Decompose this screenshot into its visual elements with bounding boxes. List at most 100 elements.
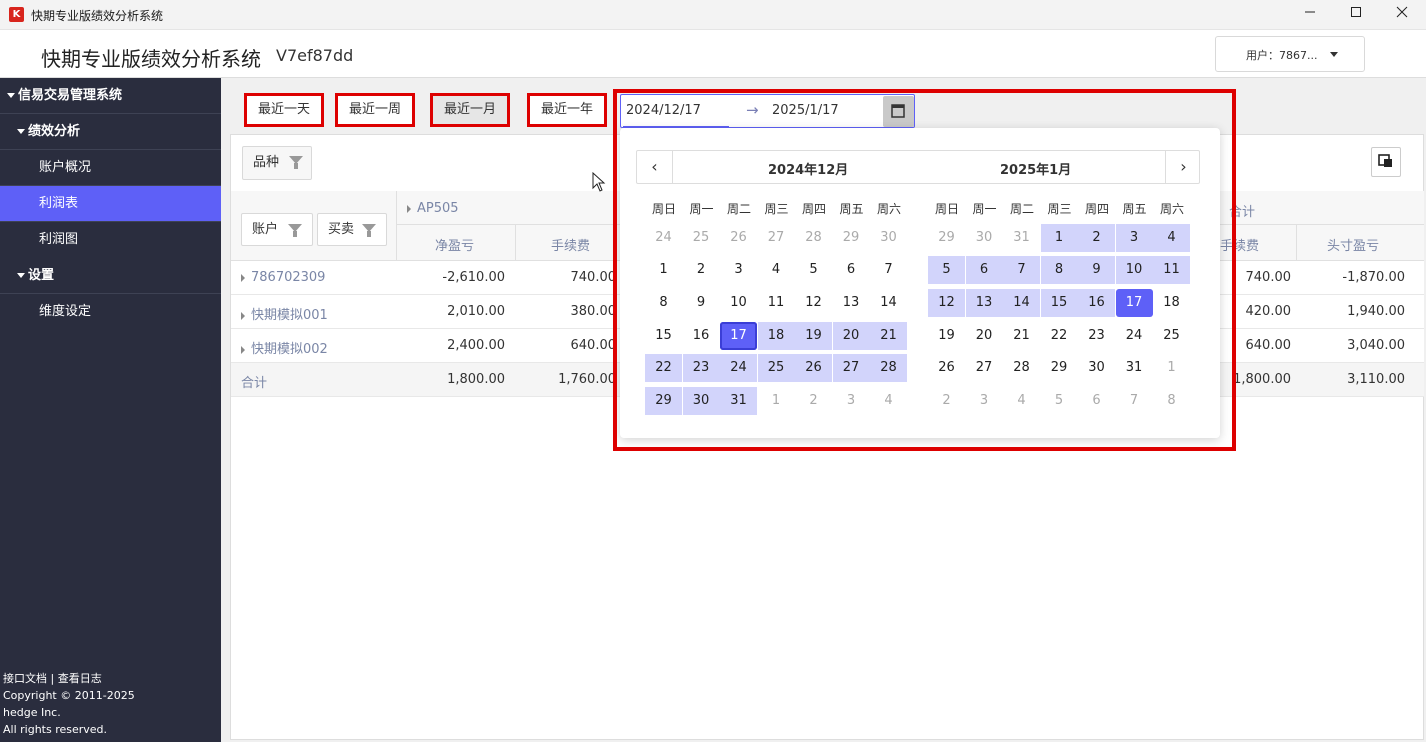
calendar-day[interactable]: 20 (832, 322, 870, 350)
sidebar-item-trading-system[interactable]: 信易交易管理系统 (0, 78, 221, 114)
calendar-day[interactable]: 18 (757, 322, 795, 350)
range-last-week-button[interactable]: 最近一周 (335, 93, 415, 127)
sidebar-item-profit-table[interactable]: 利润表 (0, 186, 221, 222)
calendar-day[interactable]: 17 (720, 322, 757, 350)
next-month-button[interactable]: › (1165, 151, 1201, 183)
group-ap505[interactable]: AP505 (407, 201, 459, 216)
calendar-day[interactable]: 7 (1116, 387, 1153, 415)
calendar-day[interactable]: 10 (1115, 256, 1153, 284)
calendar-day[interactable]: 26 (720, 224, 757, 252)
calendar-day[interactable]: 9 (1078, 256, 1115, 284)
calendar-day[interactable]: 1 (1040, 224, 1078, 252)
calendar-day[interactable]: 4 (1153, 224, 1190, 252)
minimize-button[interactable] (1287, 0, 1333, 30)
calendar-day[interactable]: 11 (1153, 256, 1190, 284)
calendar-day[interactable]: 3 (966, 387, 1003, 415)
calendar-day[interactable]: 8 (645, 289, 682, 317)
footer-links[interactable]: 接口文档 | 查看日志 (3, 670, 135, 687)
calendar-day[interactable]: 28 (795, 224, 832, 252)
calendar-day[interactable]: 19 (795, 322, 832, 350)
calendar-day[interactable]: 4 (758, 256, 795, 284)
calendar-day[interactable]: 5 (928, 256, 965, 284)
calendar-day[interactable]: 22 (1041, 322, 1078, 350)
sidebar-item-settings[interactable]: 设置 (0, 258, 221, 294)
calendar-day[interactable]: 1 (758, 387, 795, 415)
calendar-day[interactable]: 6 (965, 256, 1003, 284)
calendar-day[interactable]: 17 (1115, 289, 1153, 317)
calendar-day[interactable]: 25 (683, 224, 720, 252)
calendar-day[interactable]: 5 (795, 256, 832, 284)
calendar-day[interactable]: 25 (757, 354, 795, 382)
range-last-day-button[interactable]: 最近一天 (244, 93, 324, 127)
calendar-day[interactable]: 13 (833, 289, 870, 317)
close-button[interactable] (1379, 0, 1425, 30)
range-last-month-button[interactable]: 最近一月 (430, 93, 510, 127)
calendar-day[interactable]: 14 (870, 289, 907, 317)
calendar-day[interactable]: 7 (870, 256, 907, 284)
calendar-day[interactable]: 10 (720, 289, 757, 317)
calendar-day[interactable]: 29 (645, 387, 682, 415)
calendar-day[interactable]: 13 (965, 289, 1003, 317)
calendar-day[interactable]: 29 (833, 224, 870, 252)
calendar-day[interactable]: 5 (1041, 387, 1078, 415)
variety-filter-button[interactable]: 品种 (242, 146, 312, 180)
calendar-day[interactable]: 31 (720, 387, 757, 415)
user-dropdown[interactable]: 用户：7867... (1215, 36, 1365, 72)
calendar-day[interactable]: 3 (720, 256, 757, 284)
calendar-day[interactable]: 30 (1078, 354, 1115, 382)
side-filter-button[interactable]: 买卖 (317, 213, 387, 246)
calendar-day[interactable]: 26 (795, 354, 832, 382)
account-filter-button[interactable]: 账户 (241, 213, 313, 246)
calendar-day[interactable]: 1 (1153, 354, 1190, 382)
calendar-day[interactable]: 8 (1153, 387, 1190, 415)
calendar-day[interactable]: 6 (833, 256, 870, 284)
calendar-day[interactable]: 22 (645, 354, 682, 382)
calendar-day[interactable]: 12 (795, 289, 832, 317)
calendar-day[interactable]: 1 (645, 256, 682, 284)
calendar-day[interactable]: 20 (966, 322, 1003, 350)
calendar-day[interactable]: 24 (645, 224, 682, 252)
calendar-day[interactable]: 26 (928, 354, 965, 382)
prev-month-button[interactable]: ‹ (637, 151, 673, 183)
calendar-day[interactable]: 15 (1040, 289, 1078, 317)
sidebar-item-performance[interactable]: 绩效分析 (0, 114, 221, 150)
maximize-button[interactable] (1333, 0, 1379, 30)
calendar-day[interactable]: 29 (1041, 354, 1078, 382)
calendar-day[interactable]: 4 (1003, 387, 1040, 415)
copy-button[interactable] (1371, 147, 1401, 177)
sidebar-item-profit-chart[interactable]: 利润图 (0, 222, 221, 258)
calendar-day[interactable]: 6 (1078, 387, 1115, 415)
calendar-day[interactable]: 19 (928, 322, 965, 350)
calendar-day[interactable]: 31 (1003, 224, 1040, 252)
calendar-day[interactable]: 23 (682, 354, 720, 382)
calendar-day[interactable]: 25 (1153, 322, 1190, 350)
calendar-day[interactable]: 29 (928, 224, 965, 252)
calendar-day[interactable]: 24 (720, 354, 757, 382)
calendar-day[interactable]: 30 (966, 224, 1003, 252)
calendar-day[interactable]: 14 (1003, 289, 1040, 317)
calendar-day[interactable]: 21 (870, 322, 907, 350)
calendar-day[interactable]: 16 (1078, 289, 1115, 317)
calendar-day[interactable]: 15 (645, 322, 682, 350)
calendar-day[interactable]: 2 (795, 387, 832, 415)
calendar-day[interactable]: 4 (870, 387, 907, 415)
calendar-day[interactable]: 27 (758, 224, 795, 252)
calendar-day[interactable]: 27 (966, 354, 1003, 382)
calendar-day[interactable]: 3 (833, 387, 870, 415)
calendar-day[interactable]: 11 (758, 289, 795, 317)
calendar-day[interactable]: 2 (683, 256, 720, 284)
calendar-day[interactable]: 2 (928, 387, 965, 415)
calendar-day[interactable]: 27 (832, 354, 870, 382)
calendar-button[interactable] (883, 96, 914, 127)
sidebar-item-dimension-settings[interactable]: 维度设定 (0, 294, 221, 330)
calendar-day[interactable]: 3 (1115, 224, 1153, 252)
calendar-day[interactable]: 16 (683, 322, 720, 350)
calendar-day[interactable]: 24 (1116, 322, 1153, 350)
range-end-input[interactable]: 2025/1/17 (772, 103, 839, 118)
calendar-day[interactable]: 31 (1116, 354, 1153, 382)
calendar-day[interactable]: 2 (1078, 224, 1115, 252)
range-last-year-button[interactable]: 最近一年 (527, 93, 607, 127)
calendar-day[interactable]: 18 (1153, 289, 1190, 317)
calendar-day[interactable]: 28 (870, 354, 907, 382)
calendar-day[interactable]: 7 (1003, 256, 1040, 284)
